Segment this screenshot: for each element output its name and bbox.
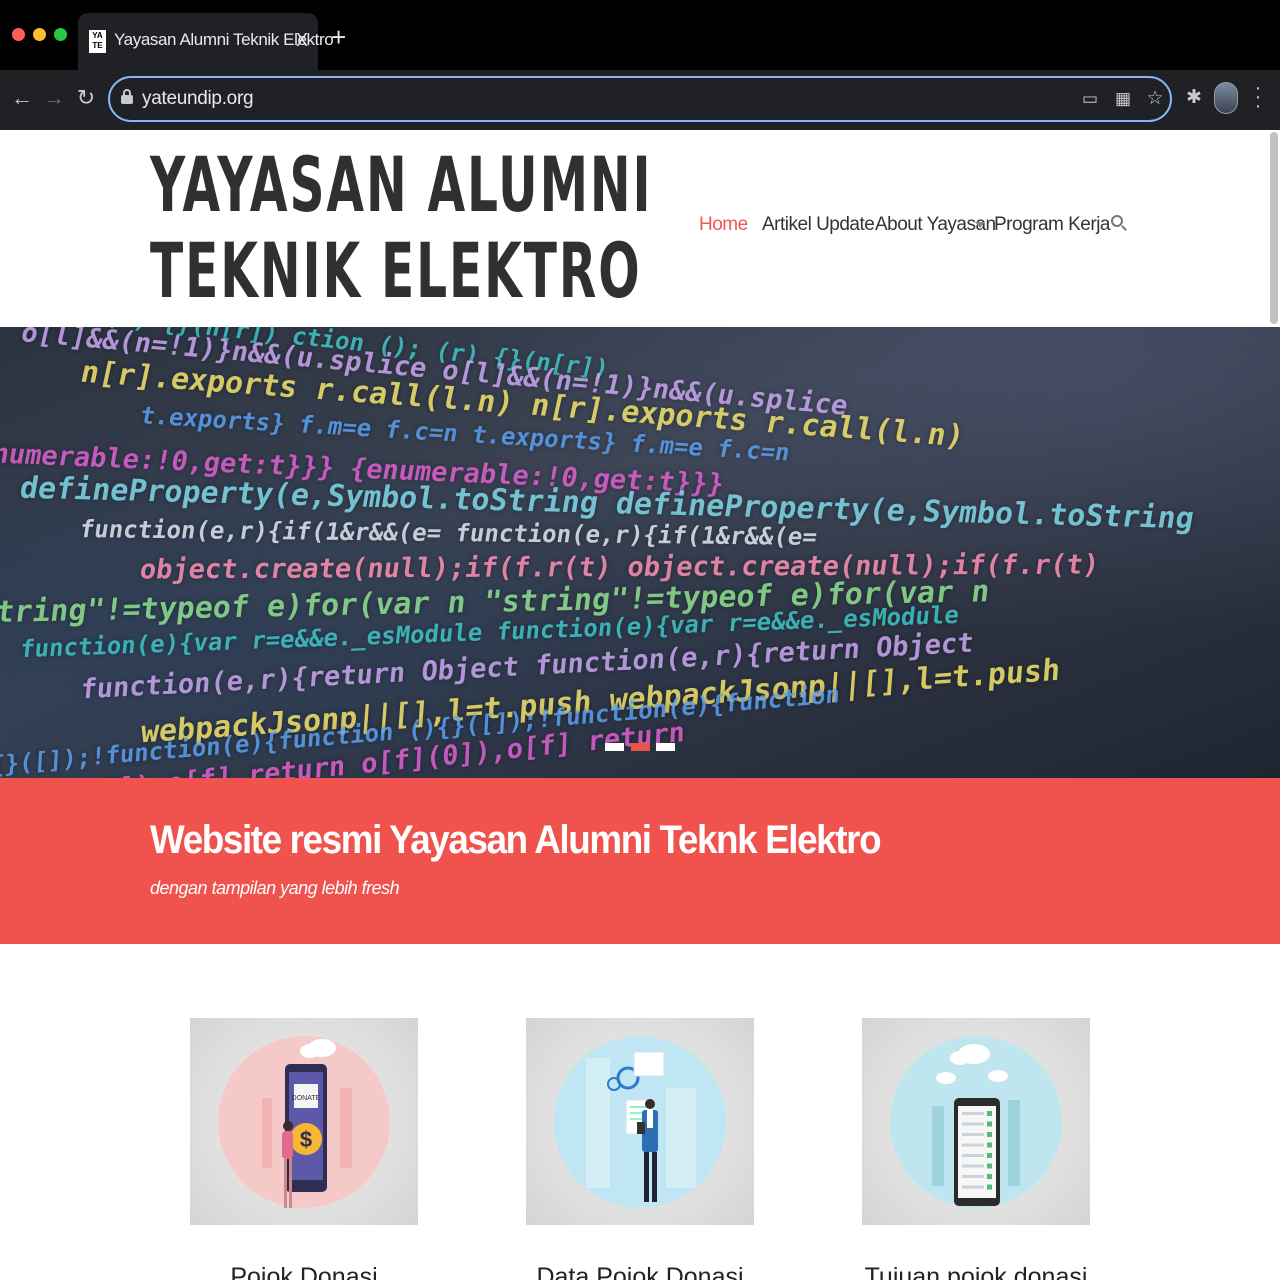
checklist-line (962, 1133, 984, 1136)
address-bar[interactable]: yateundip.org ▭ ▦ ☆ (108, 76, 1172, 122)
check-icon (987, 1132, 992, 1137)
slider-pagination (605, 743, 677, 753)
donate-phone-illustration: DONATE $ (218, 1036, 390, 1208)
more-menu-icon[interactable]: · · · (1252, 78, 1264, 116)
browser-tab[interactable]: YA TE Yayasan Alumni Teknik Elektro X (78, 13, 334, 70)
forward-arrow-icon[interactable]: → (40, 84, 68, 112)
install-app-icon[interactable]: ▭ (1080, 89, 1100, 109)
check-icon (987, 1142, 992, 1148)
slider-dot-1[interactable] (605, 743, 624, 751)
tab-close-icon[interactable]: X (296, 30, 308, 51)
check-icon (987, 1174, 992, 1179)
check-icon (987, 1111, 992, 1116)
card-tujuan-pojok-donasi-image[interactable] (862, 1018, 1090, 1225)
web-page: YAYASAN ALUMNI TEKNIK ELEKTRO Home Artik… (0, 130, 1280, 1280)
nav-artikel-update[interactable]: Artikel Update (762, 214, 875, 238)
tagline-title: Website resmi Yayasan Alumni Teknk Elekt… (150, 818, 882, 862)
close-window-button[interactable] (12, 28, 25, 41)
slider-dot-2-active[interactable] (631, 743, 650, 751)
businessman-data-illustration (554, 1036, 726, 1208)
lock-icon[interactable] (121, 89, 133, 105)
site-favicon-icon: YA TE (89, 30, 106, 53)
minimize-window-button[interactable] (33, 28, 46, 41)
logo-line-1: YAYASAN ALUMNI (150, 140, 653, 229)
logo-line-2: TEKNIK ELEKTRO (150, 226, 642, 315)
page-scrollbar[interactable] (1270, 132, 1278, 324)
checklist-line (962, 1185, 984, 1189)
checklist-line (962, 1154, 984, 1157)
back-arrow-icon[interactable]: ← (8, 84, 36, 112)
checklist-phone-illustration (890, 1036, 1062, 1208)
bookmark-star-icon[interactable]: ☆ (1145, 89, 1165, 109)
check-icon (987, 1163, 992, 1169)
reload-icon[interactable]: ↻ (72, 84, 100, 112)
dropdown-caret-icon[interactable] (975, 222, 985, 228)
check-icon (987, 1121, 992, 1127)
check-icon (987, 1153, 992, 1158)
tagline-subtitle: dengan tampilan yang lebih fresh (150, 878, 400, 898)
maximize-window-button[interactable] (54, 28, 67, 41)
donate-badge: DONATE (292, 1095, 321, 1102)
checklist-line (962, 1143, 984, 1147)
tagline-banner: Website resmi Yayasan Alumni Teknk Elekt… (0, 778, 1280, 944)
card-title-tujuan-pojok-donasi[interactable]: Tujuan pojok donasi (862, 1263, 1090, 1280)
new-tab-button[interactable]: + (331, 24, 346, 50)
nav-home[interactable]: Home (699, 214, 748, 238)
qr-code-icon[interactable]: ▦ (1113, 89, 1133, 109)
dollar-symbol: $ (300, 1127, 312, 1152)
card-title-data-pojok-donasi[interactable]: Data Pojok Donasi (526, 1263, 754, 1280)
site-logo[interactable]: YAYASAN ALUMNI TEKNIK ELEKTRO (150, 142, 653, 314)
checklist-line (962, 1175, 984, 1178)
check-icon (987, 1184, 992, 1190)
hero-slider: ction (); (r) {}(n[r]) ction (); (r) {}(… (0, 327, 1280, 778)
site-header: YAYASAN ALUMNI TEKNIK ELEKTRO Home Artik… (0, 130, 1270, 327)
browser-toolbar: ← → ↻ yateundip.org ▭ ▦ ☆ ✱ · · · (0, 70, 1280, 130)
card-title-pojok-donasi[interactable]: Pojok Donasi (190, 1263, 418, 1280)
card-pojok-donasi-image[interactable]: DONATE $ (190, 1018, 418, 1225)
card-data-pojok-donasi-image[interactable] (526, 1018, 754, 1225)
browser-tab-strip: YA TE Yayasan Alumni Teknik Elektro X + (0, 0, 1280, 70)
checklist-line (962, 1112, 984, 1115)
checklist-line (962, 1164, 984, 1168)
search-icon[interactable] (1110, 214, 1128, 234)
profile-avatar[interactable] (1214, 82, 1238, 114)
nav-program-kerja[interactable]: Program Kerja (994, 214, 1111, 238)
url-text[interactable]: yateundip.org (142, 88, 254, 110)
extensions-puzzle-icon[interactable]: ✱ (1183, 86, 1205, 110)
slider-dot-3[interactable] (656, 743, 675, 751)
checklist-line (962, 1122, 984, 1126)
